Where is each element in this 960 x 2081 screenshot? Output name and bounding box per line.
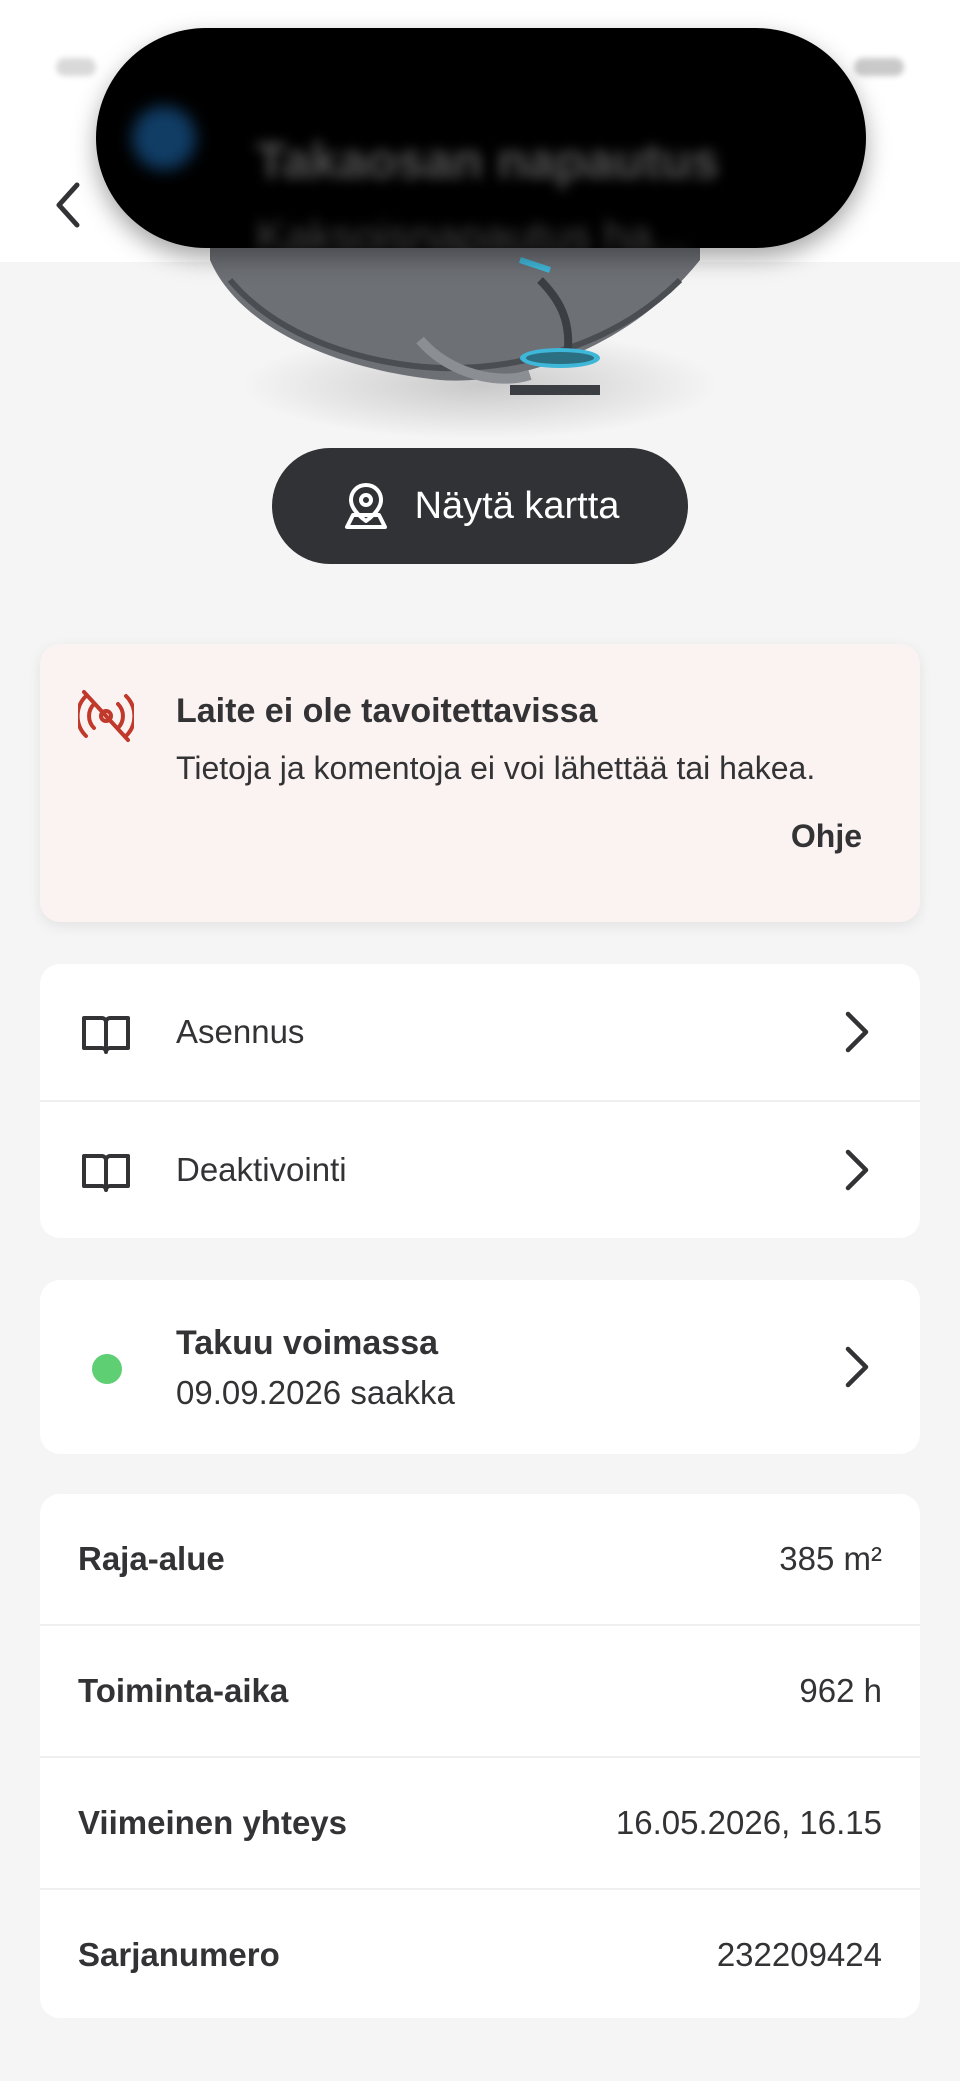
bluetooth-icon: [132, 106, 196, 170]
detail-value: 16.05.2026, 16.15: [615, 1804, 882, 1841]
detail-value: 232209424: [716, 1936, 882, 1973]
alert-text: Tietoja ja komentoja ei voi lähettää tai…: [176, 750, 816, 786]
signal-off-icon: [78, 690, 134, 742]
chevron-right-icon: [845, 1346, 869, 1388]
notification-subtitle: Kaksoisnapautus ha...: [256, 212, 689, 248]
show-map-label: Näytä kartta: [414, 484, 620, 527]
chevron-right-icon: [845, 1149, 869, 1191]
help-link[interactable]: Ohje: [791, 818, 862, 855]
detail-row-serial-number: Sarjanumero 232209424: [40, 1890, 920, 2020]
warranty-status-dot: [92, 1354, 122, 1384]
list-item-asennus[interactable]: Asennus: [40, 964, 920, 1100]
map-pin-icon: [344, 483, 387, 529]
detail-row-operating-time: Toiminta-aika 962 h: [40, 1626, 920, 1756]
warranty-card[interactable]: Takuu voimassa 09.09.2026 saakka: [40, 1280, 920, 1454]
connection-alert: Laite ei ole tavoitettavissa Tietoja ja …: [40, 644, 920, 922]
chevron-right-icon: [845, 1011, 869, 1053]
show-map-button[interactable]: Näytä kartta: [272, 448, 688, 564]
detail-value: 962 h: [799, 1672, 882, 1709]
detail-label: Sarjanumero: [78, 1936, 280, 1973]
warranty-subtitle: 09.09.2026 saakka: [176, 1374, 455, 1411]
list-item-deaktivointi[interactable]: Deaktivointi: [40, 1102, 920, 1238]
alert-title: Laite ei ole tavoitettavissa: [176, 692, 598, 730]
mower-image: [200, 240, 720, 430]
list-item-label: Deaktivointi: [176, 1151, 347, 1188]
warranty-title: Takuu voimassa: [176, 1324, 439, 1362]
list-item-label: Asennus: [176, 1013, 305, 1050]
status-battery-blurred: [854, 58, 904, 76]
detail-row-area: Raja-alue 385 m²: [40, 1494, 920, 1624]
chevron-left-icon: [56, 182, 80, 228]
book-icon: [82, 1154, 130, 1192]
detail-value: 385 m²: [779, 1540, 882, 1577]
notification-banner[interactable]: Takaosan napautus Kaksoisnapautus ha...: [96, 28, 866, 248]
links-card: Asennus Deaktivointi: [40, 964, 920, 1238]
status-time-blurred: [56, 58, 96, 76]
back-button[interactable]: [40, 170, 96, 240]
detail-label: Toiminta-aika: [78, 1672, 289, 1709]
book-icon: [82, 1016, 130, 1054]
device-details-card: Raja-alue 385 m² Toiminta-aika 962 h Vii…: [40, 1494, 920, 2018]
detail-label: Viimeinen yhteys: [78, 1804, 348, 1841]
notification-title: Takaosan napautus: [256, 133, 720, 189]
detail-row-last-connection: Viimeinen yhteys 16.05.2026, 16.15: [40, 1758, 920, 1888]
detail-label: Raja-alue: [78, 1540, 225, 1577]
